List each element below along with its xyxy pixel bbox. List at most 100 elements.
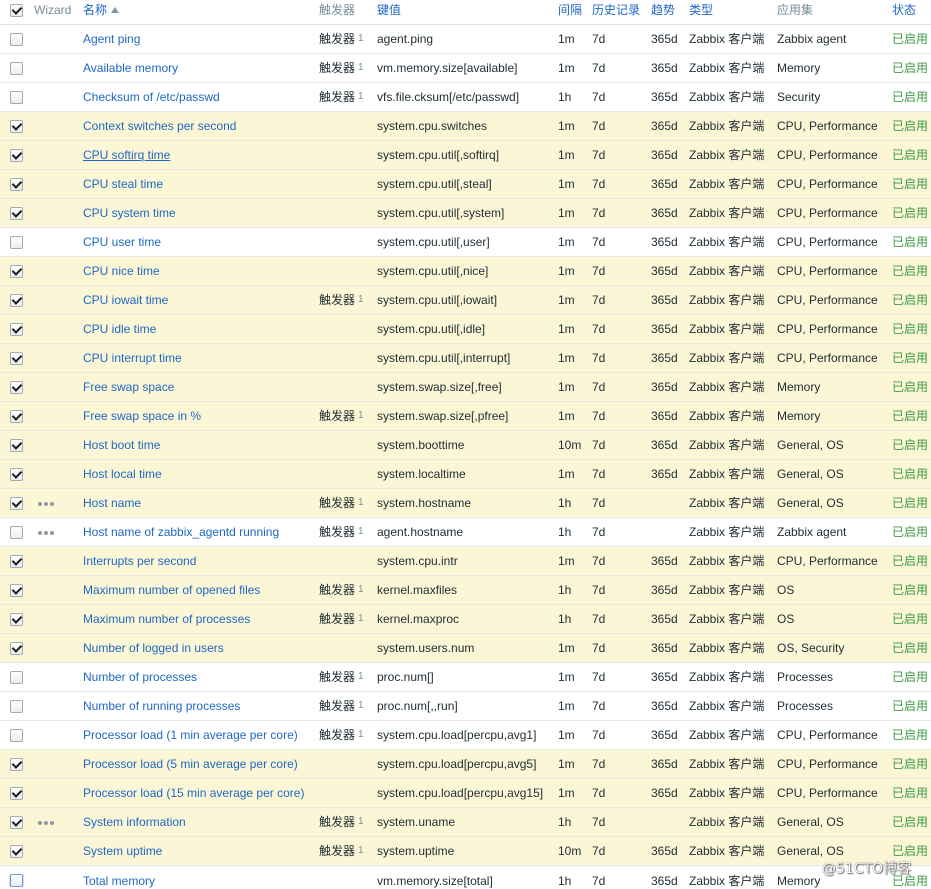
status-toggle[interactable]: 已启用 [892, 554, 929, 568]
item-name-link[interactable]: Host name of zabbix_agentd running [83, 525, 279, 539]
row-checkbox[interactable] [10, 583, 23, 597]
column-header-name[interactable]: 名称 [79, 3, 315, 17]
row-checkbox[interactable] [10, 844, 23, 858]
row-checkbox[interactable] [10, 641, 23, 655]
row-checkbox[interactable] [10, 61, 23, 75]
triggers-link[interactable]: 触发器 [319, 815, 356, 829]
wizard-menu-icon[interactable] [34, 530, 54, 535]
item-name-link[interactable]: Number of logged in users [83, 641, 224, 655]
row-checkbox[interactable] [10, 786, 23, 800]
item-name-link[interactable]: Total memory [83, 874, 155, 888]
wizard-menu-icon[interactable] [34, 501, 54, 506]
row-checkbox[interactable] [10, 728, 23, 742]
status-toggle[interactable]: 已启用 [892, 380, 929, 394]
row-checkbox[interactable] [10, 206, 23, 220]
column-header-type[interactable]: 类型 [685, 3, 773, 17]
triggers-link[interactable]: 触发器 [319, 728, 356, 742]
status-toggle[interactable]: 已启用 [892, 351, 929, 365]
select-all-checkbox[interactable] [10, 3, 23, 17]
row-checkbox[interactable] [10, 670, 23, 684]
item-name-link[interactable]: System information [83, 815, 186, 829]
status-toggle[interactable]: 已启用 [892, 815, 929, 829]
row-checkbox[interactable] [10, 699, 23, 713]
status-toggle[interactable]: 已启用 [892, 293, 929, 307]
status-toggle[interactable]: 已启用 [892, 786, 929, 800]
triggers-link[interactable]: 触发器 [319, 32, 356, 46]
column-header-history-label[interactable]: 历史记录 [592, 3, 640, 17]
wizard-menu-icon[interactable] [34, 820, 54, 825]
item-name-link[interactable]: CPU steal time [83, 177, 163, 191]
item-name-link[interactable]: Host name [83, 496, 141, 510]
row-checkbox[interactable] [10, 293, 23, 307]
item-name-link[interactable]: System uptime [83, 844, 162, 858]
item-name-link[interactable]: CPU system time [83, 206, 176, 220]
row-checkbox[interactable] [10, 409, 23, 423]
status-toggle[interactable]: 已启用 [892, 235, 929, 249]
status-toggle[interactable]: 已启用 [892, 757, 929, 771]
status-toggle[interactable]: 已启用 [892, 525, 929, 539]
row-checkbox[interactable] [10, 351, 23, 365]
item-name-link[interactable]: Checksum of /etc/passwd [83, 90, 220, 104]
item-name-link[interactable]: Number of processes [83, 670, 197, 684]
status-toggle[interactable]: 已启用 [892, 670, 929, 684]
triggers-link[interactable]: 触发器 [319, 61, 356, 75]
status-toggle[interactable]: 已启用 [892, 496, 929, 510]
item-name-link[interactable]: CPU user time [83, 235, 161, 249]
item-name-link[interactable]: CPU interrupt time [83, 351, 182, 365]
triggers-link[interactable]: 触发器 [319, 409, 356, 423]
row-checkbox[interactable] [10, 119, 23, 133]
status-toggle[interactable]: 已启用 [892, 612, 929, 626]
column-header-key-label[interactable]: 键值 [377, 3, 401, 17]
status-toggle[interactable]: 已启用 [892, 32, 929, 46]
status-toggle[interactable]: 已启用 [892, 874, 929, 888]
item-name-link[interactable]: Interrupts per second [83, 554, 196, 568]
triggers-link[interactable]: 触发器 [319, 612, 356, 626]
column-header-type-label[interactable]: 类型 [689, 3, 713, 17]
item-name-link[interactable]: Maximum number of processes [83, 612, 250, 626]
triggers-link[interactable]: 触发器 [319, 699, 356, 713]
triggers-link[interactable]: 触发器 [319, 293, 356, 307]
status-toggle[interactable]: 已启用 [892, 728, 929, 742]
item-name-link[interactable]: CPU softirq time [83, 148, 170, 162]
row-checkbox[interactable] [10, 554, 23, 568]
column-header-key[interactable]: 键值 [373, 3, 554, 17]
status-toggle[interactable]: 已启用 [892, 583, 929, 597]
item-name-link[interactable]: Agent ping [83, 32, 140, 46]
row-checkbox[interactable] [10, 90, 23, 104]
triggers-link[interactable]: 触发器 [319, 90, 356, 104]
item-name-link[interactable]: Free swap space [83, 380, 174, 394]
item-name-link[interactable]: Context switches per second [83, 119, 236, 133]
triggers-link[interactable]: 触发器 [319, 670, 356, 684]
status-toggle[interactable]: 已启用 [892, 177, 929, 191]
column-header-name-label[interactable]: 名称 [83, 3, 107, 17]
status-toggle[interactable]: 已启用 [892, 699, 929, 713]
status-toggle[interactable]: 已启用 [892, 322, 929, 336]
column-header-trends[interactable]: 趋势 [647, 3, 685, 17]
row-checkbox[interactable] [10, 467, 23, 481]
row-checkbox[interactable] [10, 32, 23, 46]
row-checkbox[interactable] [10, 264, 23, 278]
status-toggle[interactable]: 已启用 [892, 264, 929, 278]
row-checkbox[interactable] [10, 148, 23, 162]
row-checkbox[interactable] [10, 525, 23, 539]
status-toggle[interactable]: 已启用 [892, 90, 929, 104]
item-name-link[interactable]: CPU iowait time [83, 293, 168, 307]
column-header-interval-label[interactable]: 间隔 [558, 3, 582, 17]
row-checkbox[interactable] [10, 757, 23, 771]
triggers-link[interactable]: 触发器 [319, 496, 356, 510]
item-name-link[interactable]: Host boot time [83, 438, 160, 452]
row-checkbox[interactable] [10, 496, 23, 510]
triggers-link[interactable]: 触发器 [319, 844, 356, 858]
item-name-link[interactable]: Maximum number of opened files [83, 583, 260, 597]
item-name-link[interactable]: CPU idle time [83, 322, 156, 336]
item-name-link[interactable]: Host local time [83, 467, 162, 481]
item-name-link[interactable]: Free swap space in % [83, 409, 201, 423]
column-header-history[interactable]: 历史记录 [588, 3, 647, 17]
item-name-link[interactable]: Available memory [83, 61, 178, 75]
status-toggle[interactable]: 已启用 [892, 844, 929, 858]
item-name-link[interactable]: Processor load (15 min average per core) [83, 786, 304, 800]
status-toggle[interactable]: 已启用 [892, 148, 929, 162]
status-toggle[interactable]: 已启用 [892, 409, 929, 423]
item-name-link[interactable]: Number of running processes [83, 699, 240, 713]
column-header-trends-label[interactable]: 趋势 [651, 3, 675, 17]
